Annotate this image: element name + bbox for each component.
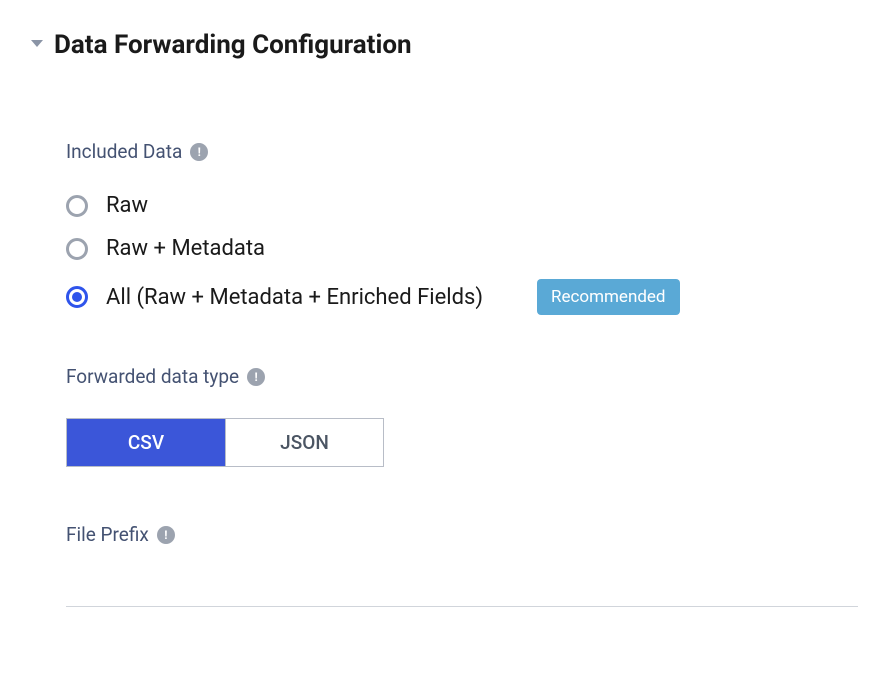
- forwarded-data-type-label-row: Forwarded data type !: [66, 365, 858, 388]
- file-prefix-label: File Prefix: [66, 523, 149, 546]
- radio-icon: [66, 238, 88, 260]
- radio-icon: [66, 286, 88, 308]
- section-title: Data Forwarding Configuration: [54, 30, 412, 60]
- divider: [66, 606, 858, 607]
- radio-label: All (Raw + Metadata + Enriched Fields): [106, 285, 483, 310]
- included-data-radio-group: Raw Raw + Metadata All (Raw + Metadata +…: [66, 193, 858, 315]
- file-prefix-label-row: File Prefix !: [66, 523, 858, 546]
- section-content: Included Data ! Raw Raw + Metadata All (…: [30, 140, 858, 607]
- info-icon[interactable]: !: [190, 143, 208, 161]
- forwarded-data-type-toggle: CSV JSON: [66, 418, 384, 467]
- recommended-badge: Recommended: [537, 279, 680, 315]
- radio-all[interactable]: All (Raw + Metadata + Enriched Fields) R…: [66, 279, 858, 315]
- radio-raw-metadata[interactable]: Raw + Metadata: [66, 236, 858, 261]
- chevron-down-icon: [30, 37, 44, 53]
- included-data-label: Included Data: [66, 140, 182, 163]
- toggle-json[interactable]: JSON: [225, 419, 383, 466]
- radio-raw[interactable]: Raw: [66, 193, 858, 218]
- info-icon[interactable]: !: [157, 526, 175, 544]
- section-header[interactable]: Data Forwarding Configuration: [30, 30, 858, 60]
- radio-label: Raw: [106, 193, 148, 218]
- radio-icon: [66, 195, 88, 217]
- info-icon[interactable]: !: [247, 368, 265, 386]
- forwarded-data-type-label: Forwarded data type: [66, 365, 239, 388]
- included-data-label-row: Included Data !: [66, 140, 858, 163]
- radio-label: Raw + Metadata: [106, 236, 265, 261]
- toggle-csv[interactable]: CSV: [67, 419, 225, 466]
